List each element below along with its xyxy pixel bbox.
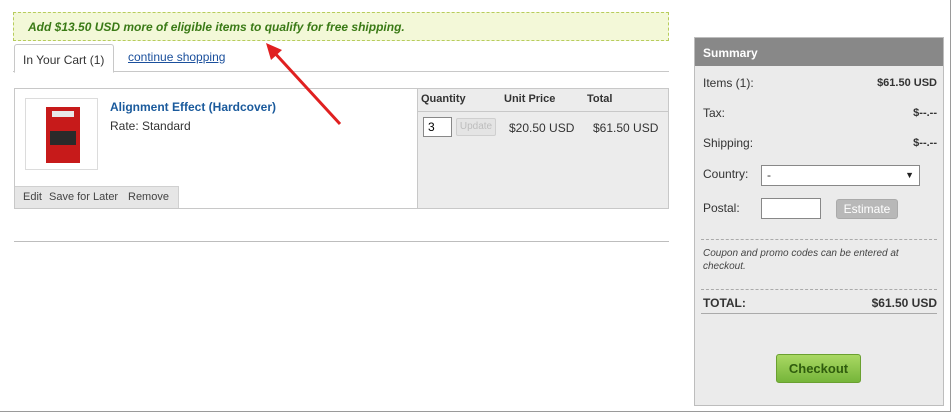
product-title-link[interactable]: Alignment Effect (Hardcover) — [110, 100, 276, 114]
continue-shopping-link[interactable]: continue shopping — [128, 50, 225, 64]
summary-title: Summary — [703, 46, 758, 60]
tab-in-your-cart[interactable]: In Your Cart (1) — [14, 44, 114, 73]
item-pricing: Quantity Unit Price Total 3 Update $20.5… — [418, 89, 668, 208]
update-button[interactable]: Update — [456, 118, 496, 136]
items-label: Items (1): — [703, 76, 754, 90]
country-select[interactable]: - ▼ — [761, 165, 920, 186]
shipping-rate: Rate: Standard — [110, 119, 191, 133]
edit-link[interactable]: Edit — [23, 191, 42, 203]
annotation-arrow — [266, 43, 342, 126]
postal-code-input[interactable] — [761, 198, 821, 219]
quantity-input[interactable]: 3 — [423, 117, 452, 137]
estimate-button[interactable]: Estimate — [836, 199, 898, 219]
shipping-value: $--.-- — [913, 137, 937, 149]
quantity-header: Quantity — [421, 93, 466, 105]
product-thumbnail[interactable] — [25, 98, 98, 170]
country-selected-value: - — [767, 168, 771, 182]
tax-label: Tax: — [703, 106, 726, 120]
order-summary-panel: Summary Items (1): $61.50 USD Tax: $--.-… — [694, 37, 944, 406]
unit-price-header: Unit Price — [504, 93, 556, 105]
checkout-button[interactable]: Checkout — [776, 354, 861, 383]
item-details: Alignment Effect (Hardcover) Rate: Stand… — [15, 89, 418, 208]
arrow-shaft — [270, 48, 342, 126]
country-label: Country: — [703, 167, 749, 181]
save-for-later-link[interactable]: Save for Later — [49, 191, 118, 203]
item-actions-bar: Edit Save for Later Remove — [15, 186, 179, 208]
cart-divider — [14, 241, 669, 242]
summary-header: Summary — [695, 38, 943, 66]
order-total-label: TOTAL: — [703, 296, 746, 310]
tax-value: $--.-- — [913, 107, 937, 119]
book-cover-image — [46, 107, 80, 163]
remove-link[interactable]: Remove — [128, 191, 169, 203]
chevron-down-icon: ▼ — [905, 170, 914, 180]
coupon-note: Coupon and promo codes can be entered at… — [703, 248, 899, 272]
total-header: Total — [587, 93, 613, 105]
free-shipping-banner: Add $13.50 USD more of eligible items to… — [13, 12, 669, 41]
shipping-label: Shipping: — [703, 136, 754, 150]
free-shipping-message: Add $13.50 USD more of eligible items to… — [28, 20, 405, 34]
postal-label: Postal: — [703, 201, 740, 215]
order-total-value: $61.50 USD — [871, 296, 937, 310]
items-value: $61.50 USD — [877, 77, 937, 89]
tab-in-your-cart-label: In Your Cart (1) — [23, 53, 105, 67]
unit-price-value: $20.50 USD — [509, 121, 575, 135]
total-price-value: $61.50 USD — [593, 121, 659, 135]
